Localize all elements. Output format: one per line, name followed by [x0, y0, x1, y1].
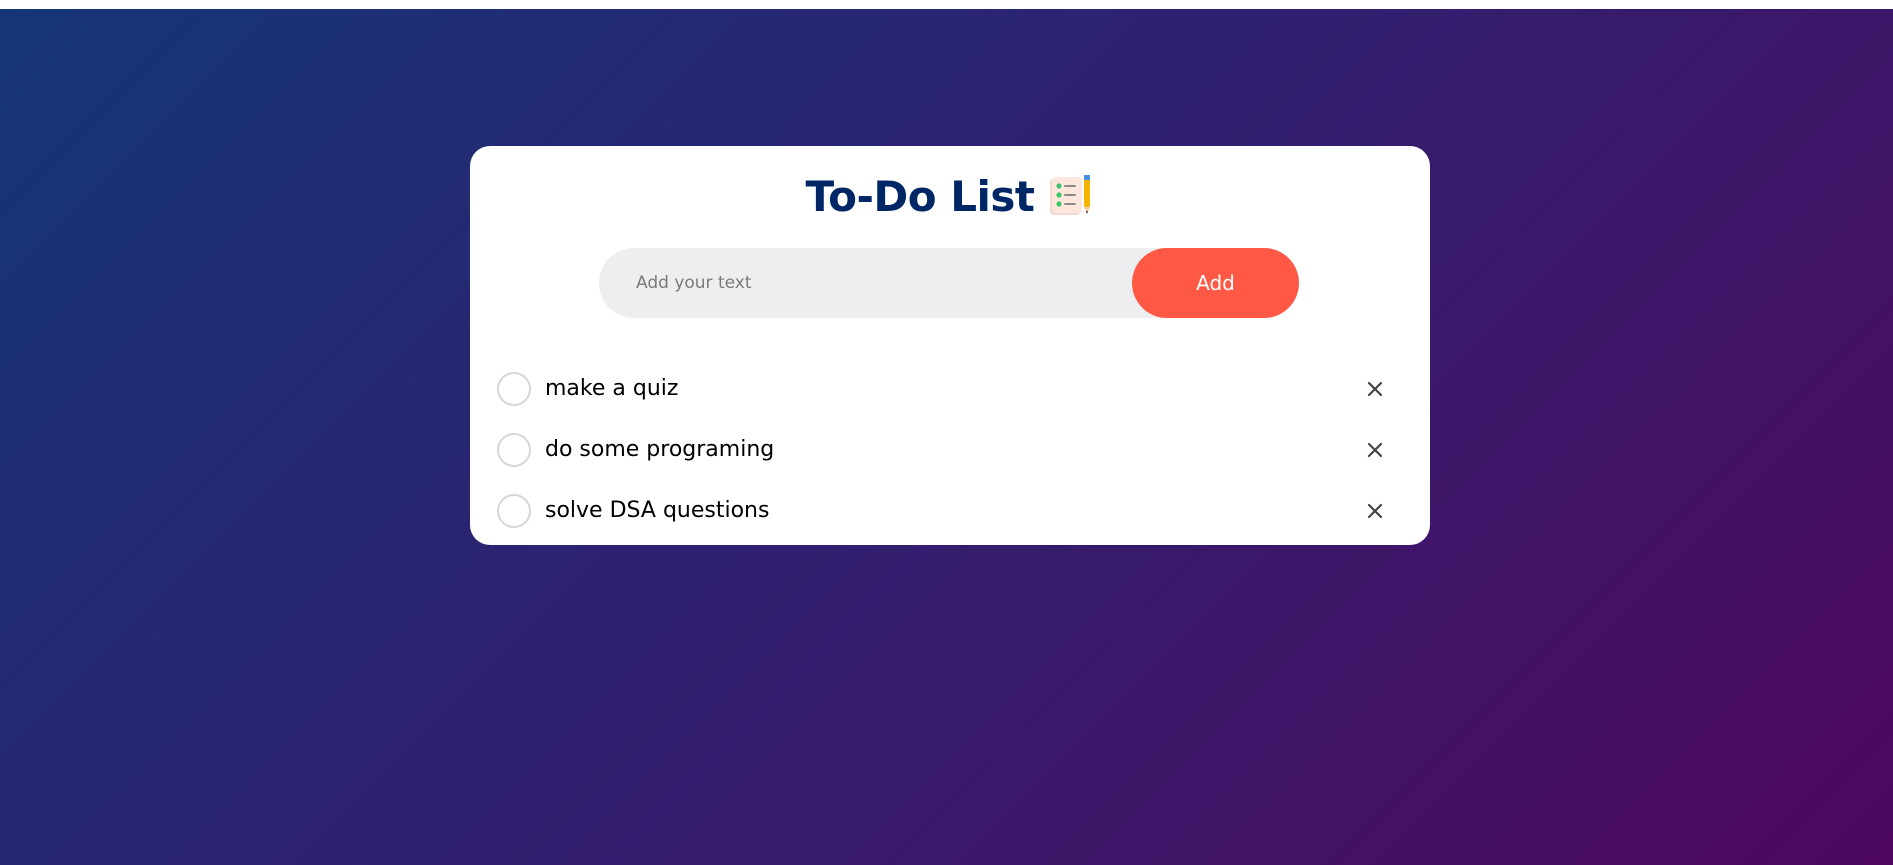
task-input[interactable]: [599, 247, 1132, 319]
close-icon[interactable]: [1365, 379, 1385, 399]
unchecked-circle-icon[interactable]: [497, 493, 531, 528]
task-list: make a quiz do some programing solve DSA…: [497, 358, 1413, 541]
task-input-row: Add: [599, 247, 1299, 319]
task-text: make a quiz: [545, 376, 679, 401]
task-text: do some programing: [545, 437, 775, 462]
unchecked-circle-icon[interactable]: [497, 432, 531, 467]
title-row: To-Do List: [470, 166, 1430, 226]
unchecked-circle-icon[interactable]: [497, 371, 531, 406]
page-title: To-Do List: [805, 171, 1035, 221]
notepad-pencil-icon: [1048, 173, 1094, 219]
task-text: solve DSA questions: [545, 498, 770, 523]
add-button[interactable]: Add: [1132, 248, 1299, 318]
task-item[interactable]: do some programing: [497, 419, 1413, 480]
task-item[interactable]: make a quiz: [497, 358, 1413, 419]
close-icon[interactable]: [1365, 440, 1385, 460]
close-icon[interactable]: [1365, 501, 1385, 521]
todo-card: To-Do List Add make a quiz: [470, 146, 1430, 545]
task-item[interactable]: solve DSA questions: [497, 480, 1413, 541]
